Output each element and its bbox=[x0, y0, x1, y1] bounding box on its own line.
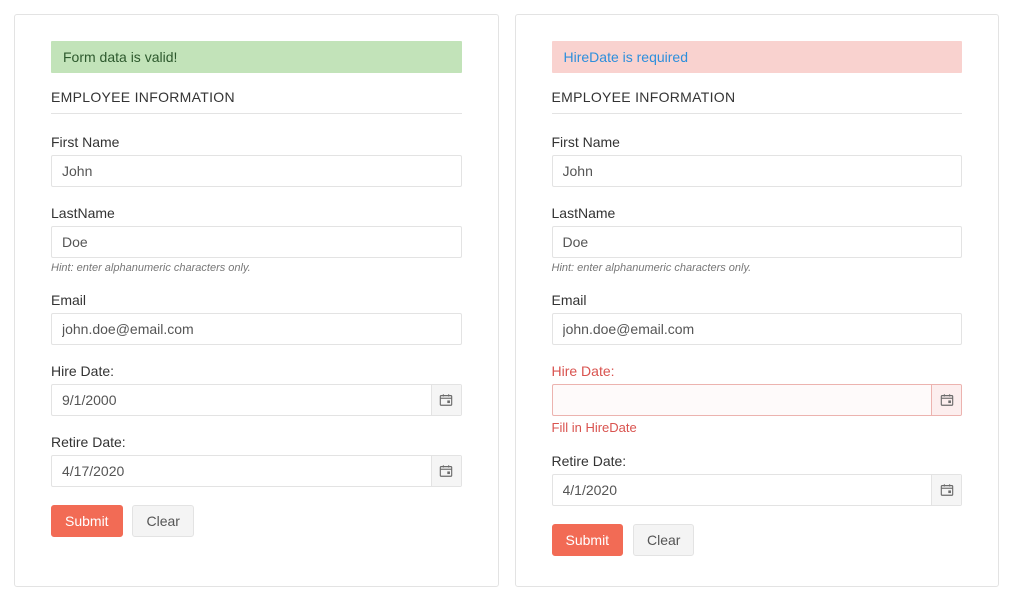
last-name-input[interactable] bbox=[552, 226, 963, 258]
form-panel-valid: Form data is valid! EMPLOYEE INFORMATION… bbox=[14, 14, 499, 587]
submit-button[interactable]: Submit bbox=[552, 524, 624, 556]
retire-date-label: Retire Date: bbox=[552, 453, 963, 469]
retire-date-label: Retire Date: bbox=[51, 434, 462, 450]
email-input[interactable] bbox=[51, 313, 462, 345]
validation-message: HireDate is required bbox=[552, 41, 963, 73]
hire-date-picker[interactable] bbox=[51, 384, 462, 416]
first-name-label: First Name bbox=[552, 134, 963, 150]
hire-date-error: Fill in HireDate bbox=[552, 420, 963, 435]
email-label: Email bbox=[552, 292, 963, 308]
last-name-input[interactable] bbox=[51, 226, 462, 258]
section-title: EMPLOYEE INFORMATION bbox=[552, 83, 963, 114]
clear-button[interactable]: Clear bbox=[132, 505, 193, 537]
retire-date-picker[interactable] bbox=[51, 455, 462, 487]
error-link[interactable]: HireDate is required bbox=[564, 49, 689, 65]
first-name-label: First Name bbox=[51, 134, 462, 150]
email-input[interactable] bbox=[552, 313, 963, 345]
retire-date-picker[interactable] bbox=[552, 474, 963, 506]
hire-date-input[interactable] bbox=[51, 384, 462, 416]
form-panel-error: HireDate is required EMPLOYEE INFORMATIO… bbox=[515, 14, 1000, 587]
calendar-icon[interactable] bbox=[431, 456, 461, 486]
calendar-icon[interactable] bbox=[931, 385, 961, 415]
validation-message: Form data is valid! bbox=[51, 41, 462, 73]
hire-date-picker[interactable] bbox=[552, 384, 963, 416]
last-name-hint: Hint: enter alphanumeric characters only… bbox=[51, 262, 462, 274]
calendar-icon[interactable] bbox=[931, 475, 961, 505]
section-title: EMPLOYEE INFORMATION bbox=[51, 83, 462, 114]
clear-button[interactable]: Clear bbox=[633, 524, 694, 556]
last-name-label: LastName bbox=[51, 205, 462, 221]
last-name-label: LastName bbox=[552, 205, 963, 221]
hire-date-label: Hire Date: bbox=[51, 363, 462, 379]
first-name-input[interactable] bbox=[552, 155, 963, 187]
first-name-input[interactable] bbox=[51, 155, 462, 187]
hire-date-input[interactable] bbox=[552, 384, 963, 416]
last-name-hint: Hint: enter alphanumeric characters only… bbox=[552, 262, 963, 274]
retire-date-input[interactable] bbox=[51, 455, 462, 487]
submit-button[interactable]: Submit bbox=[51, 505, 123, 537]
retire-date-input[interactable] bbox=[552, 474, 963, 506]
hire-date-label: Hire Date: bbox=[552, 363, 963, 379]
email-label: Email bbox=[51, 292, 462, 308]
calendar-icon[interactable] bbox=[431, 385, 461, 415]
